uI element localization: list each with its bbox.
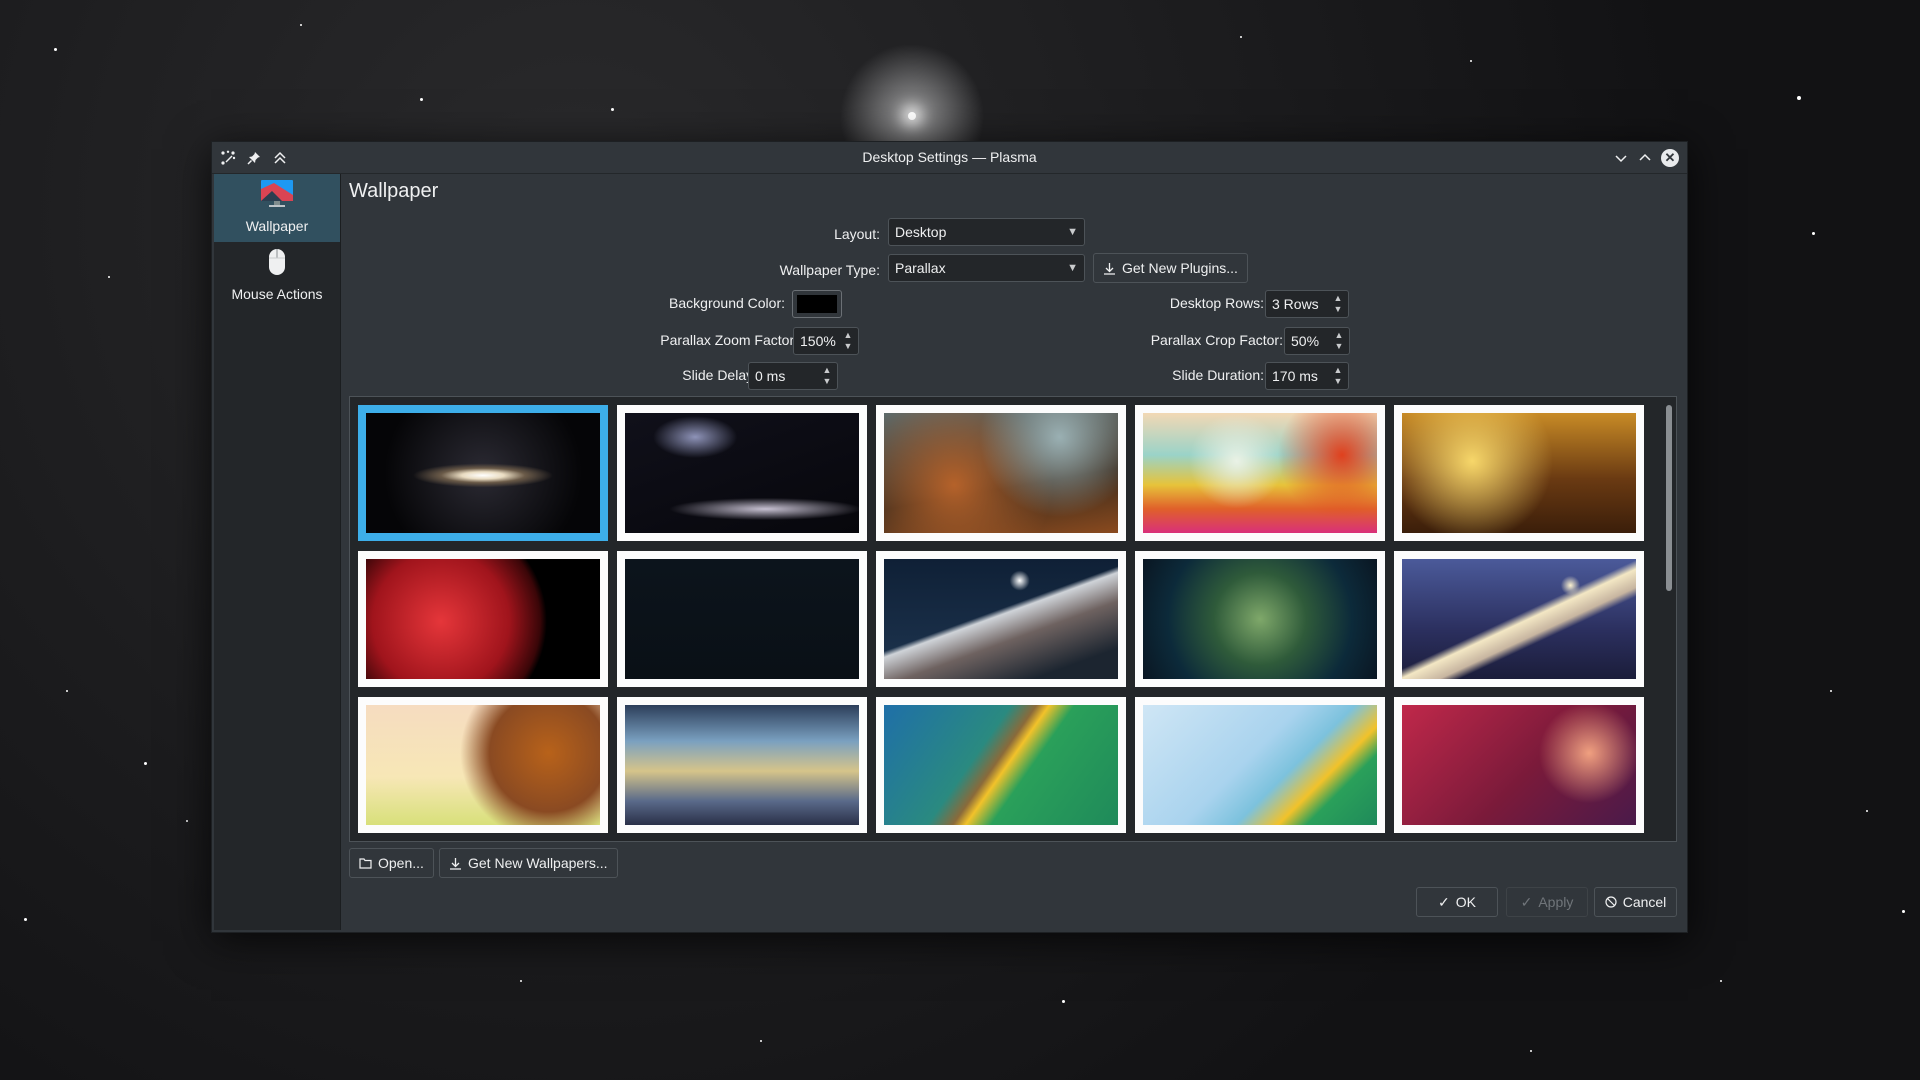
- title-bar[interactable]: Desktop Settings — Plasma ✕: [212, 142, 1687, 174]
- slide-duration-spinbox[interactable]: 170 ms ▲ ▼: [1265, 362, 1349, 390]
- slide-delay-value: 0 ms: [755, 368, 786, 384]
- sidebar-item-label: Mouse Actions: [231, 286, 323, 302]
- wallpaper-thumbnail[interactable]: [358, 405, 608, 541]
- cancel-button[interactable]: Cancel: [1594, 887, 1677, 917]
- spin-arrows-icon[interactable]: ▲ ▼: [1332, 365, 1344, 387]
- window-title: Desktop Settings — Plasma: [862, 149, 1037, 165]
- spin-arrows-icon[interactable]: ▲ ▼: [1333, 330, 1345, 352]
- layout-label: Layout:: [834, 226, 880, 242]
- red-hexagons-image: [1402, 705, 1636, 825]
- download-icon: [1104, 262, 1115, 275]
- cancel-icon: [1605, 896, 1617, 908]
- page-title: Wallpaper: [349, 180, 439, 202]
- wallpaper-thumbnail[interactable]: [617, 697, 867, 833]
- sidebar-item-mouse-actions[interactable]: Mouse Actions: [214, 242, 340, 310]
- wallpaper-thumbnail[interactable]: [1135, 697, 1385, 833]
- ice-abstract-image: [1143, 705, 1377, 825]
- wallpaper-type-value: Parallax: [895, 260, 946, 276]
- night-mountain-image: [1402, 559, 1636, 679]
- wallpaper-thumbnail[interactable]: [1394, 405, 1644, 541]
- spiral-galaxy-image: [625, 413, 859, 533]
- spin-arrows-icon[interactable]: ▲ ▼: [842, 330, 854, 352]
- red-moon-image: [366, 559, 600, 679]
- open-button[interactable]: Open...: [349, 848, 434, 878]
- chevron-down-icon: ▼: [1067, 262, 1078, 274]
- get-new-plugins-label: Get New Plugins...: [1122, 260, 1238, 276]
- wallpaper-thumbnail[interactable]: [876, 697, 1126, 833]
- color-swatch: [797, 295, 837, 313]
- ok-label: OK: [1455, 894, 1476, 910]
- wallpaper-thumbnail[interactable]: [1135, 405, 1385, 541]
- zoom-factor-spinbox[interactable]: 150% ▲ ▼: [793, 327, 859, 355]
- get-new-wallpapers-label: Get New Wallpapers...: [468, 855, 608, 871]
- wallpaper-type-combobox[interactable]: Parallax ▼: [888, 254, 1085, 282]
- get-new-plugins-button[interactable]: Get New Plugins...: [1093, 253, 1248, 283]
- slide-delay-spinbox[interactable]: 0 ms ▲ ▼: [748, 362, 838, 390]
- get-new-wallpapers-button[interactable]: Get New Wallpapers...: [439, 848, 618, 878]
- wallpaper-type-label: Wallpaper Type:: [779, 262, 880, 278]
- frozen-lake-image: [625, 705, 859, 825]
- spin-arrows-icon[interactable]: ▲ ▼: [1332, 293, 1344, 315]
- sidebar-item-wallpaper[interactable]: Wallpaper: [214, 174, 340, 242]
- autumn-tree-image: [366, 705, 600, 825]
- download-icon: [450, 857, 461, 870]
- zoom-factor-label: Parallax Zoom Factor:: [660, 332, 798, 348]
- spin-arrows-icon[interactable]: ▲ ▼: [821, 365, 833, 387]
- wallpaper-icon: [260, 179, 294, 212]
- grid-scrollbar[interactable]: [1666, 405, 1672, 591]
- desktop-rows-value: 3 Rows: [1272, 296, 1319, 312]
- checkmark-icon: ✓: [1438, 894, 1450, 910]
- chevron-down-icon: ▼: [1067, 226, 1078, 238]
- sombrero-galaxy-image: [366, 413, 600, 533]
- wallpaper-thumbnail[interactable]: [617, 551, 867, 687]
- background-color-label: Background Color:: [669, 295, 785, 311]
- wallpaper-thumbnail[interactable]: [617, 405, 867, 541]
- wallpaper-thumbnail[interactable]: [1394, 697, 1644, 833]
- slide-duration-label: Slide Duration:: [1172, 367, 1264, 383]
- crop-factor-value: 50%: [1291, 333, 1320, 349]
- apply-button[interactable]: ✓ Apply: [1506, 887, 1588, 917]
- fractal-pattern-image: [1143, 559, 1377, 679]
- snowy-mountain-image: [884, 559, 1118, 679]
- wallpaper-thumbnail[interactable]: [1135, 551, 1385, 687]
- crop-factor-label: Parallax Crop Factor:: [1150, 332, 1283, 348]
- close-icon[interactable]: ✕: [1661, 148, 1679, 167]
- golden-ships-image: [1402, 413, 1636, 533]
- slide-duration-value: 170 ms: [1272, 368, 1318, 384]
- slide-delay-label: Slide Delay:: [682, 367, 757, 383]
- colorful-landscape-image: [1143, 413, 1377, 533]
- desktop-rows-label: Desktop Rows:: [1169, 295, 1264, 311]
- checkmark-icon: ✓: [1520, 894, 1533, 910]
- layout-value: Desktop: [895, 224, 947, 240]
- desktop-rows-spinbox[interactable]: 3 Rows ▲ ▼: [1265, 290, 1349, 318]
- ok-button[interactable]: ✓ OK: [1416, 887, 1498, 917]
- wallpaper-thumbnail[interactable]: [358, 551, 608, 687]
- wallpaper-thumbnail[interactable]: [358, 697, 608, 833]
- layout-combobox[interactable]: Desktop ▼: [888, 218, 1085, 246]
- wallpaper-grid[interactable]: [349, 396, 1677, 842]
- wallpaper-thumbnail[interactable]: [1394, 551, 1644, 687]
- maximize-icon[interactable]: [1637, 150, 1653, 166]
- apply-label: Apply: [1538, 894, 1574, 910]
- sidebar-item-label: Wallpaper: [245, 218, 309, 234]
- zoom-factor-value: 150%: [800, 333, 836, 349]
- open-label: Open...: [378, 855, 424, 871]
- green-abstract-image: [884, 705, 1118, 825]
- cancel-label: Cancel: [1622, 894, 1667, 910]
- folder-icon: [359, 858, 372, 869]
- minimize-icon[interactable]: [1613, 150, 1629, 166]
- background-color-button[interactable]: [792, 290, 842, 318]
- wallpaper-thumbnail[interactable]: [876, 551, 1126, 687]
- crop-factor-spinbox[interactable]: 50% ▲ ▼: [1284, 327, 1350, 355]
- mouse-icon: [267, 247, 287, 280]
- wallpaper-thumbnail[interactable]: [876, 405, 1126, 541]
- sidebar: Wallpaper Mouse Actions: [214, 174, 341, 930]
- nebula-clouds-image: [884, 413, 1118, 533]
- dark-blank-image: [625, 559, 859, 679]
- desktop-settings-window: Desktop Settings — Plasma ✕ Wallpaper Mo…: [211, 141, 1688, 933]
